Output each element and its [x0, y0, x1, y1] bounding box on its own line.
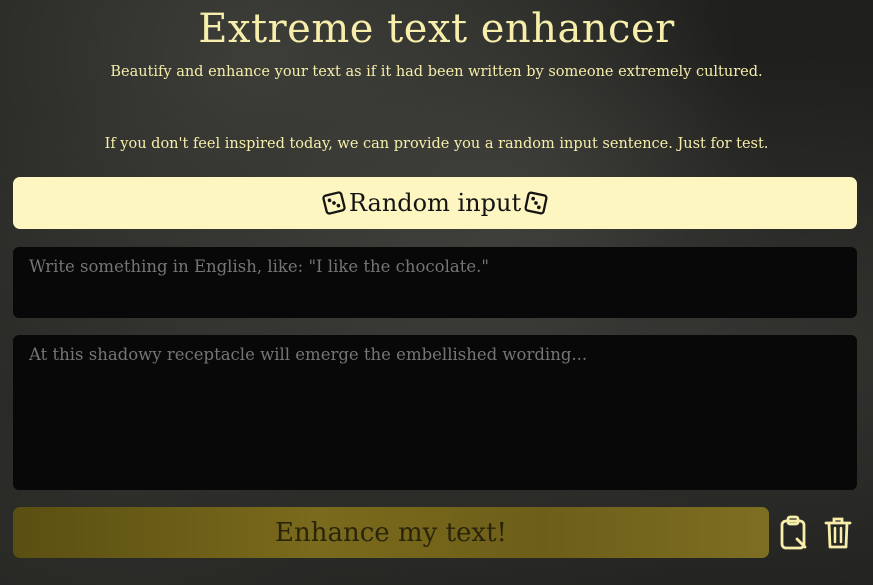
page-subtitle: Beautify and enhance your text as if it …: [110, 64, 763, 80]
enhance-button-label: Enhance my text!: [275, 517, 507, 548]
input-textarea[interactable]: [13, 247, 857, 318]
dice-icon: [524, 191, 548, 215]
enhance-button[interactable]: Enhance my text!: [13, 507, 769, 558]
clipboard-icon: [780, 515, 807, 550]
output-textarea[interactable]: [13, 335, 857, 490]
copy-button[interactable]: [777, 513, 811, 553]
dice-icon: [322, 191, 346, 215]
app-page: Extreme text enhancer Beautify and enhan…: [0, 0, 873, 585]
page-title: Extreme text enhancer: [198, 6, 675, 52]
trash-icon: [824, 517, 852, 549]
random-input-label: Random input: [348, 189, 522, 217]
clear-button[interactable]: [821, 513, 855, 553]
random-hint-text: If you don't feel inspired today, we can…: [104, 136, 769, 152]
random-input-button[interactable]: Random input: [13, 177, 857, 229]
